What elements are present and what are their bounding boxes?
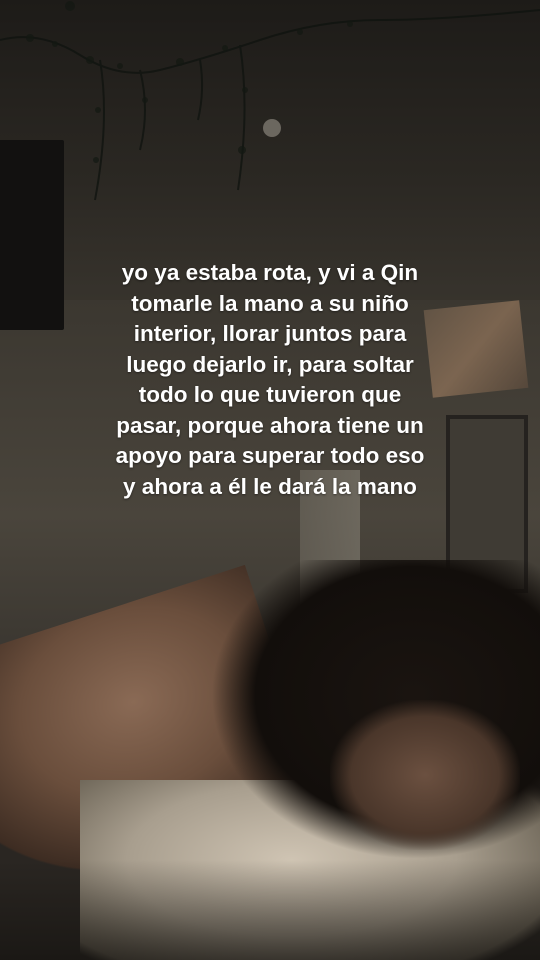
caption-line: tomarle la mano a su niño xyxy=(131,290,409,316)
bottom-shadow xyxy=(0,860,540,960)
caption-text: yo ya estaba rota, y vi a Qin tomarle la… xyxy=(70,258,470,502)
dark-tv-screen xyxy=(0,140,64,330)
caption-line: interior, llorar juntos para xyxy=(133,321,407,346)
face xyxy=(330,700,520,850)
caption-line: pasar, porque ahora tiene un xyxy=(116,412,424,438)
caption-line: y ahora a él le dará la mano xyxy=(123,473,417,499)
caption-line: apoyo para superar todo eso xyxy=(115,443,425,468)
caption-line: yo ya estaba rota, y vi a Qin xyxy=(121,260,419,285)
caption-line: todo lo que tuvieron que xyxy=(138,382,402,407)
caption-line: luego dejarlo ir, para soltar xyxy=(126,351,414,377)
